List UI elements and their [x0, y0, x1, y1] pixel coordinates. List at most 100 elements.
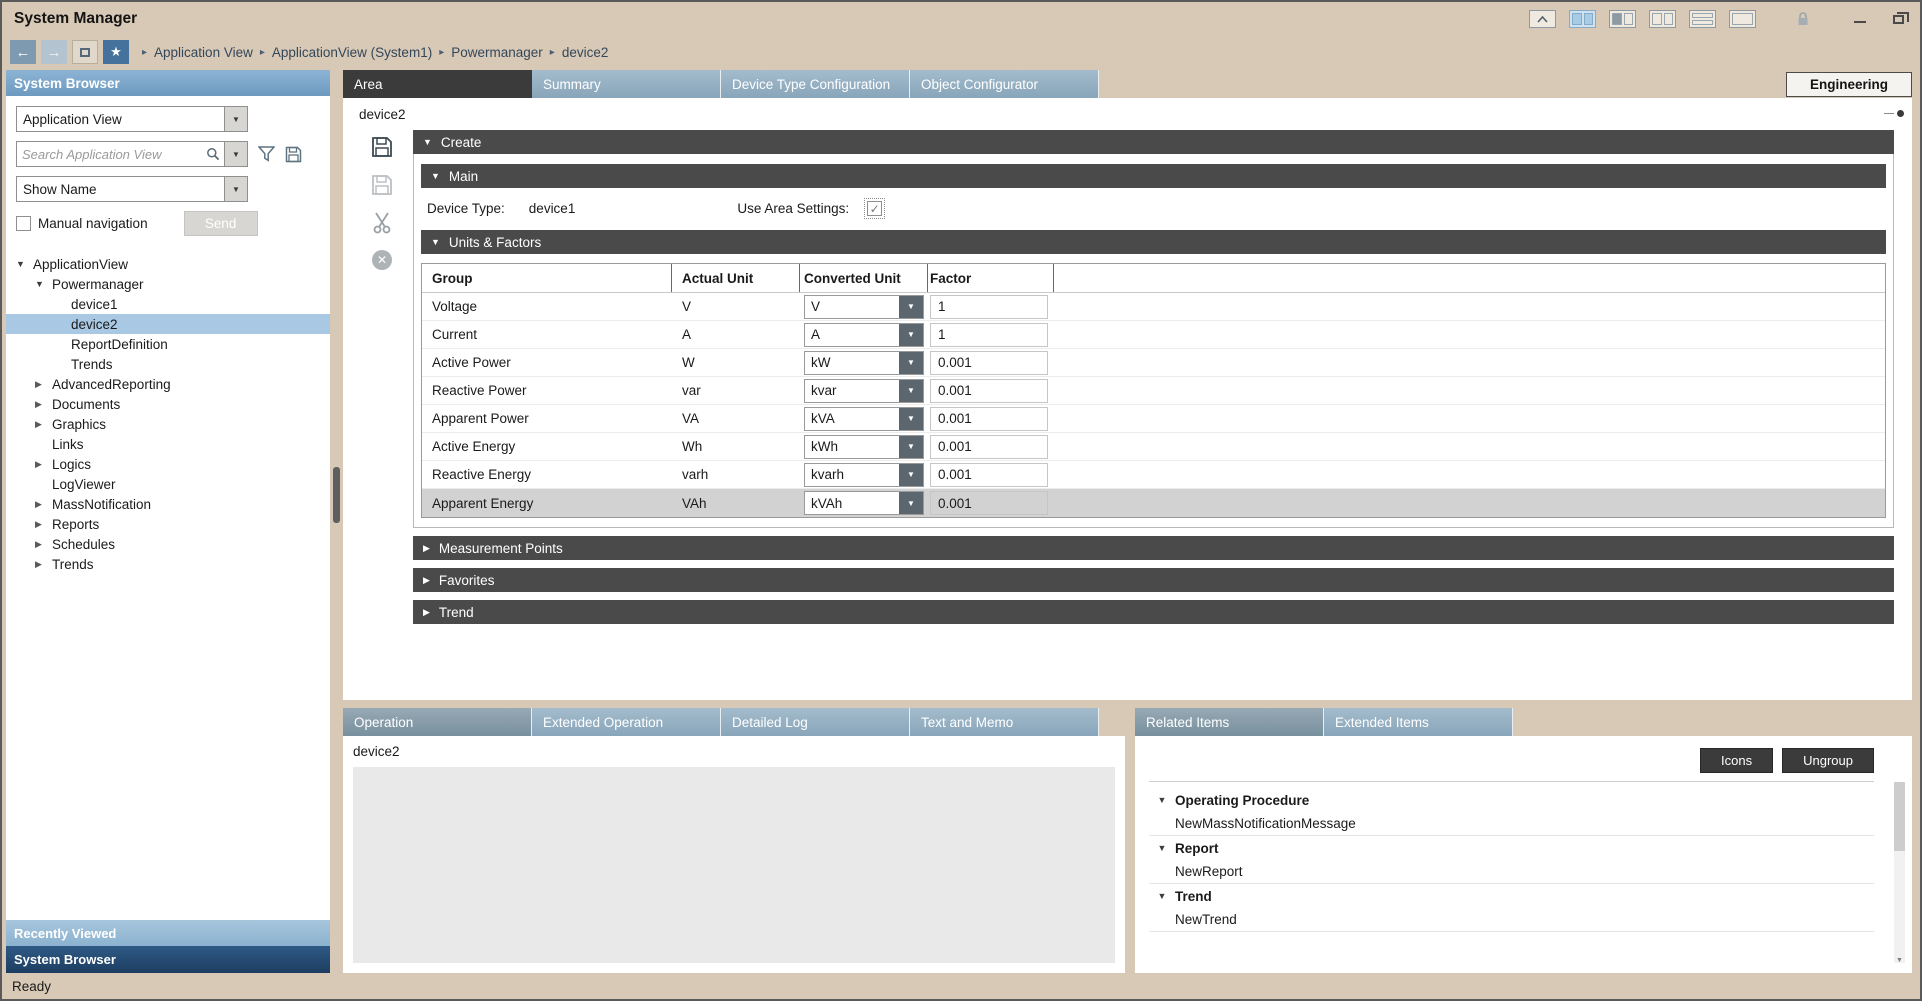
display-mode-selector[interactable]: Show Name ▼ [16, 176, 248, 202]
chevron-down-icon[interactable]: ▼ [899, 408, 923, 430]
collapse-icon[interactable]: ▼ [16, 259, 31, 269]
chevron-down-icon[interactable]: ▼ [899, 464, 923, 486]
chevron-down-icon[interactable]: ▼ [899, 296, 923, 318]
icons-view-button[interactable]: Icons [1700, 748, 1773, 773]
units-table-row-reactive-power[interactable]: Reactive Powervarkvar▼0.001 [422, 377, 1885, 405]
scroll-down-icon[interactable]: ▼ [1894, 957, 1905, 964]
chevron-down-icon[interactable]: ▼ [224, 177, 247, 201]
related-group-operating-procedure[interactable]: ▼Operating Procedure [1149, 788, 1874, 812]
tab-extended-operation[interactable]: Extended Operation [532, 708, 721, 736]
layout-single-pane-icon[interactable] [1729, 10, 1756, 28]
related-group-report[interactable]: ▼Report [1149, 836, 1874, 860]
units-table-row-voltage[interactable]: VoltageVV▼1 [422, 293, 1885, 321]
units-table-row-active-power[interactable]: Active PowerWkW▼0.001 [422, 349, 1885, 377]
factor-input[interactable]: 1 [930, 323, 1048, 347]
save-button[interactable] [371, 136, 393, 158]
manual-navigation-checkbox[interactable] [16, 216, 31, 231]
section-trend[interactable]: ▶ Trend [413, 600, 1894, 624]
related-item-newreport[interactable]: NewReport [1149, 860, 1874, 884]
expand-icon[interactable]: ▶ [35, 539, 50, 550]
tree-item-reports[interactable]: ▶Reports [6, 514, 330, 534]
converted-unit-dropdown[interactable]: A▼ [804, 323, 924, 347]
breadcrumb-item-device2[interactable]: device2 [562, 45, 609, 60]
units-table-row-apparent-power[interactable]: Apparent PowerVAkVA▼0.001 [422, 405, 1885, 433]
converted-unit-dropdown[interactable]: kvar▼ [804, 379, 924, 403]
minimize-button[interactable] [1848, 9, 1872, 29]
factor-input[interactable]: 0.001 [930, 491, 1048, 515]
related-item-newtrend[interactable]: NewTrend [1149, 908, 1874, 932]
tab-object-configurator[interactable]: Object Configurator [910, 70, 1099, 98]
send-button[interactable]: Send [184, 211, 258, 236]
breadcrumb-item-applicationview-system1-[interactable]: ApplicationView (System1) [272, 45, 432, 60]
expand-icon[interactable]: ▶ [35, 519, 50, 530]
chevron-down-icon[interactable]: ▼ [224, 142, 247, 166]
chevron-down-icon[interactable]: ▼ [899, 436, 923, 458]
tree-item-schedules[interactable]: ▶Schedules [6, 534, 330, 554]
view-selector[interactable]: Application View ▼ [16, 106, 248, 132]
ungroup-button[interactable]: Ungroup [1782, 748, 1874, 773]
tree-item-trends[interactable]: Trends [6, 354, 330, 374]
related-item-newmassnotificationmessage[interactable]: NewMassNotificationMessage [1149, 812, 1874, 836]
expand-icon[interactable]: ▶ [35, 419, 50, 430]
chevron-down-icon[interactable]: ▼ [899, 352, 923, 374]
chevron-down-icon[interactable]: ▼ [899, 492, 923, 514]
tab-related-items[interactable]: Related Items [1135, 708, 1324, 736]
tab-device-type-configuration[interactable]: Device Type Configuration [721, 70, 910, 98]
scrollbar-thumb[interactable] [1894, 782, 1905, 851]
tree-item-applicationview[interactable]: ▼ApplicationView [6, 254, 330, 274]
monitor-layout-icon[interactable] [1529, 10, 1556, 28]
converted-unit-dropdown[interactable]: V▼ [804, 295, 924, 319]
tab-area[interactable]: Area [343, 70, 532, 98]
units-table-row-apparent-energy[interactable]: Apparent EnergyVAhkVAh▼0.001 [422, 489, 1885, 517]
filter-icon[interactable] [258, 146, 275, 162]
expand-icon[interactable]: ▶ [35, 499, 50, 510]
factor-input[interactable]: 1 [930, 295, 1048, 319]
expand-icon[interactable]: ▶ [35, 399, 50, 410]
tree-item-trends[interactable]: ▶Trends [6, 554, 330, 574]
converted-unit-dropdown[interactable]: kVA▼ [804, 407, 924, 431]
layout-horizontal-split-icon[interactable] [1689, 10, 1716, 28]
favorites-button[interactable]: ★ [103, 40, 129, 64]
recently-viewed-bar[interactable]: Recently Viewed [6, 920, 330, 946]
tab-summary[interactable]: Summary [532, 70, 721, 98]
layout-two-pane-left-icon[interactable] [1609, 10, 1636, 28]
breadcrumb-item-powermanager[interactable]: Powermanager [451, 45, 543, 60]
tree-item-massnotification[interactable]: ▶MassNotification [6, 494, 330, 514]
panel-splitter[interactable] [330, 70, 343, 973]
splitter-collapse-control[interactable] [1884, 110, 1904, 117]
converted-unit-dropdown[interactable]: kW▼ [804, 351, 924, 375]
tree-item-device2[interactable]: device2 [6, 314, 330, 334]
section-measurement-points[interactable]: ▶ Measurement Points [413, 536, 1894, 560]
units-table-row-current[interactable]: CurrentAA▼1 [422, 321, 1885, 349]
tree-item-powermanager[interactable]: ▼Powermanager [6, 274, 330, 294]
units-table-row-reactive-energy[interactable]: Reactive Energyvarhkvarh▼0.001 [422, 461, 1885, 489]
expand-icon[interactable]: ▶ [35, 459, 50, 470]
section-create[interactable]: ▼ Create [413, 130, 1894, 154]
factor-input[interactable]: 0.001 [930, 351, 1048, 375]
search-icon[interactable] [202, 142, 224, 166]
frames-button[interactable] [72, 40, 98, 64]
factor-input[interactable]: 0.001 [930, 379, 1048, 403]
search-input[interactable] [17, 142, 202, 166]
section-main[interactable]: ▼ Main [421, 164, 1886, 188]
layout-two-pane-icon[interactable] [1649, 10, 1676, 28]
breadcrumb-item-application-view[interactable]: Application View [154, 45, 253, 60]
layout-two-pane-active-icon[interactable] [1569, 10, 1596, 28]
expand-icon[interactable]: ▶ [35, 379, 50, 390]
tree-item-logviewer[interactable]: LogViewer [6, 474, 330, 494]
related-items-scrollbar[interactable]: ▼ [1894, 782, 1905, 963]
tree-item-advancedreporting[interactable]: ▶AdvancedReporting [6, 374, 330, 394]
tab-detailed-log[interactable]: Detailed Log [721, 708, 910, 736]
back-button[interactable]: ← [10, 40, 36, 64]
use-area-settings-checkbox[interactable]: ✓ [867, 201, 882, 216]
collapse-icon[interactable]: ▼ [35, 279, 50, 289]
tab-operation[interactable]: Operation [343, 708, 532, 736]
converted-unit-dropdown[interactable]: kvarh▼ [804, 463, 924, 487]
engineering-mode-button[interactable]: Engineering [1786, 72, 1912, 97]
save-search-icon[interactable] [285, 146, 302, 163]
units-table-row-active-energy[interactable]: Active EnergyWhkWh▼0.001 [422, 433, 1885, 461]
expand-icon[interactable]: ▶ [35, 559, 50, 570]
cancel-button[interactable]: ✕ [372, 250, 392, 270]
save-as-button-disabled[interactable] [371, 174, 393, 196]
forward-button[interactable]: → [41, 40, 67, 64]
